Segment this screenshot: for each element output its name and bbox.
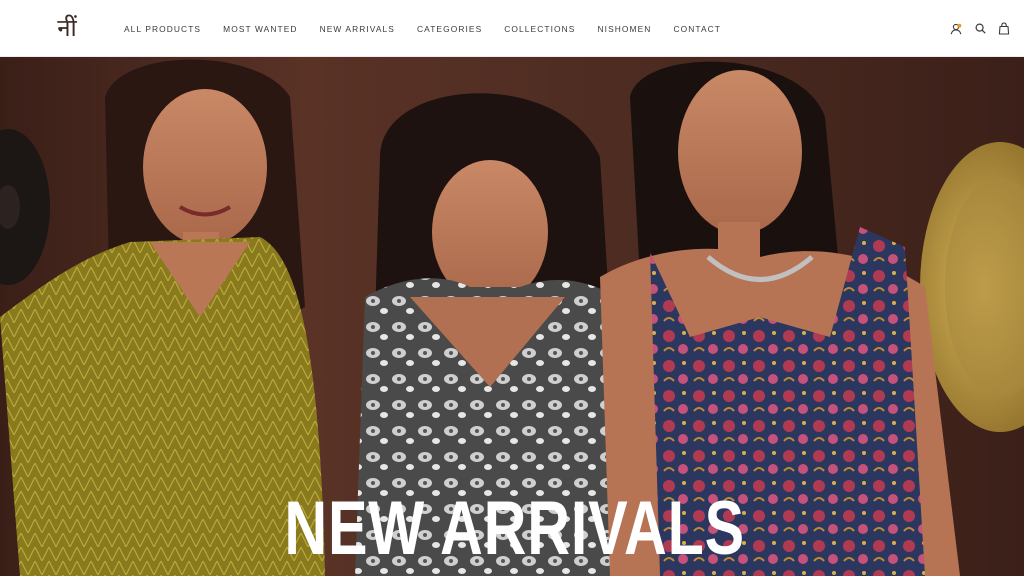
nav-item-categories[interactable]: CATEGORIES [417,24,482,34]
site-header: नीं ALL PRODUCTS MOST WANTED NEW ARRIVAL… [0,0,1024,57]
main-nav: ALL PRODUCTS MOST WANTED NEW ARRIVALS CA… [124,0,743,57]
nav-item-contact[interactable]: CONTACT [673,24,721,34]
nav-item-most-wanted[interactable]: MOST WANTED [223,24,297,34]
hero-banner[interactable]: NEW ARRIVALS [0,57,1024,576]
cart-icon[interactable] [998,22,1010,36]
header-icons [938,0,1010,57]
account-icon[interactable] [950,22,962,36]
nav-item-collections[interactable]: COLLECTIONS [504,24,575,34]
hero-title: NEW ARRIVALS [284,486,745,571]
nav-item-nishomen[interactable]: NISHOMEN [598,24,652,34]
brand-logo[interactable]: नीं [52,12,82,44]
nav-item-all-products[interactable]: ALL PRODUCTS [124,24,201,34]
search-icon[interactable] [974,22,986,36]
nav-item-new-arrivals[interactable]: NEW ARRIVALS [320,24,395,34]
